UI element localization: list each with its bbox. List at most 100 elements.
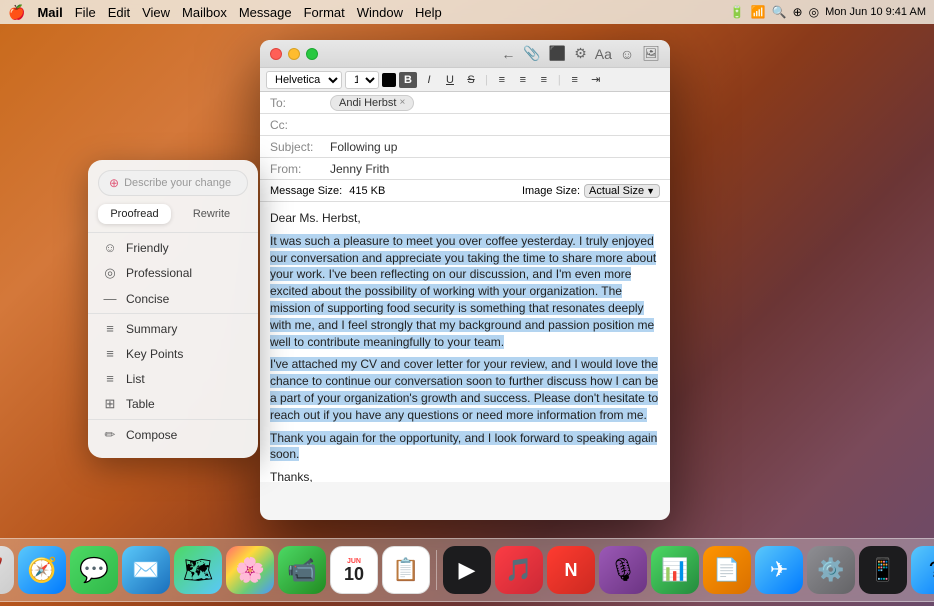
dock-item-music[interactable]: 🎵 [495, 546, 543, 594]
menu-message[interactable]: Message [239, 5, 292, 20]
bold-btn[interactable]: B [399, 72, 417, 88]
dock: 😊 🚀 🧭 💬 ✉️ 🗺 🌸 📹 JUN 10 📋 [0, 538, 934, 602]
image-size-label: Image Size: [522, 185, 580, 197]
email-para3: Thank you again for the opportunity, and… [270, 430, 660, 464]
back-btn[interactable]: ← [501, 46, 515, 62]
dock-item-unknown[interactable]: ? [911, 546, 934, 594]
image-size-select[interactable]: Actual Size ▼ [584, 184, 660, 198]
dock-item-facetime[interactable]: 📹 [278, 546, 326, 594]
maximize-button[interactable] [306, 48, 318, 60]
clock: Mon Jun 10 9:41 AM [825, 6, 926, 18]
close-button[interactable] [270, 48, 282, 60]
recipient-tag[interactable]: Andi Herbst [330, 95, 414, 111]
dock-item-messages[interactable]: 💬 [70, 546, 118, 594]
subject-row: Subject: Following up [260, 136, 670, 158]
dock-item-safari[interactable]: 🧭 [18, 546, 66, 594]
ai-item-summary[interactable]: ≡ Summary [88, 316, 258, 341]
dock-divider [436, 550, 437, 590]
divider2 [88, 313, 258, 314]
dock-item-iphone[interactable]: 📱 [859, 546, 907, 594]
dock-item-news[interactable]: N [547, 546, 595, 594]
image-size-value: Actual Size [589, 185, 644, 197]
siri-icon[interactable]: ◎ [809, 5, 819, 19]
font-select[interactable]: Helvetica [266, 71, 342, 89]
ai-item-table[interactable]: ⊞ Table [88, 391, 258, 417]
dock-item-numbers[interactable]: 📊 [651, 546, 699, 594]
ai-item-label-table: Table [126, 397, 155, 411]
dock-item-reminders[interactable]: 📋 [382, 546, 430, 594]
menu-format[interactable]: Format [304, 5, 345, 20]
ai-item-keypoints[interactable]: ≡ Key Points [88, 341, 258, 366]
dock-item-launchpad[interactable]: 🚀 [0, 546, 14, 594]
email-signoff: Thanks, [270, 469, 660, 482]
ai-item-label-compose: Compose [126, 428, 177, 442]
ai-panel: ⊕ Describe your change Proofread Rewrite… [88, 160, 258, 458]
image-btn[interactable]: 🖼 [642, 45, 660, 62]
tab-proofread[interactable]: Proofread [98, 204, 171, 224]
list-btn[interactable]: ≡ [566, 72, 584, 88]
wifi-icon: 📶 [751, 5, 766, 19]
email-body[interactable]: Dear Ms. Herbst, It was such a pleasure … [260, 202, 670, 482]
panel-btn[interactable]: ⬛ [549, 45, 566, 62]
strikethrough-btn[interactable]: S [462, 72, 480, 88]
ai-item-compose[interactable]: ✏ Compose [88, 422, 258, 448]
ai-item-concise[interactable]: — Concise [88, 286, 258, 311]
dock-item-photos[interactable]: 🌸 [226, 546, 274, 594]
indent-btn[interactable]: ⇥ [587, 72, 605, 88]
align-left-btn[interactable]: ≡ [493, 72, 511, 88]
dock-item-syspreferences[interactable]: ⚙️ [807, 546, 855, 594]
color-swatch[interactable] [382, 73, 396, 87]
professional-icon: ◎ [102, 265, 118, 281]
ai-item-professional[interactable]: ◎ Professional [88, 260, 258, 286]
subject-value: Following up [330, 140, 660, 154]
window-titlebar: ← 📎 ⬛ ⚙ Aa ☺ 🖼 [260, 40, 670, 68]
search-icon[interactable]: 🔍 [772, 5, 787, 19]
align-right-btn[interactable]: ≡ [535, 72, 553, 88]
underline-btn[interactable]: U [441, 72, 459, 88]
selected-text-para2: I've attached my CV and cover letter for… [270, 357, 658, 421]
tab-rewrite[interactable]: Rewrite [175, 204, 248, 224]
dock-item-maps[interactable]: 🗺 [174, 546, 222, 594]
app-name[interactable]: Mail [37, 5, 62, 20]
dock-item-calendar[interactable]: JUN 10 [330, 546, 378, 594]
dock-item-mail[interactable]: ✉️ [122, 546, 170, 594]
menu-help[interactable]: Help [415, 5, 442, 20]
dock-item-pages[interactable]: 📄 [703, 546, 751, 594]
ai-item-label-friendly: Friendly [126, 241, 169, 255]
divider [88, 232, 258, 233]
dock-item-testflight[interactable]: ✈ [755, 546, 803, 594]
ai-item-list[interactable]: ≡ List [88, 366, 258, 391]
selected-text-para3: Thank you again for the opportunity, and… [270, 431, 657, 462]
align-center-btn[interactable]: ≡ [514, 72, 532, 88]
menu-window[interactable]: Window [357, 5, 403, 20]
divider3 [88, 419, 258, 420]
compose-window: ← 📎 ⬛ ⚙ Aa ☺ 🖼 Helvetica 12 B I U S | ≡ [260, 40, 670, 520]
italic-btn[interactable]: I [420, 72, 438, 88]
ai-search-icon: ⊕ [109, 176, 119, 190]
font-btn[interactable]: Aa [595, 46, 612, 62]
concise-icon: — [102, 291, 118, 306]
apple-menu[interactable]: 🍎 [8, 4, 25, 21]
battery-icon: 🔋 [730, 5, 745, 19]
minimize-button[interactable] [288, 48, 300, 60]
settings-btn[interactable]: ⚙ [574, 45, 587, 62]
dock-item-appletv[interactable]: ▶ [443, 546, 491, 594]
menu-view[interactable]: View [142, 5, 170, 20]
selected-text-para1: It was such a pleasure to meet you over … [270, 234, 656, 349]
chevron-down-icon: ▼ [646, 186, 655, 196]
ai-item-label-concise: Concise [126, 292, 169, 306]
ai-search-box[interactable]: ⊕ Describe your change [98, 170, 248, 196]
to-row: To: Andi Herbst [260, 92, 670, 114]
desktop: 🍎 Mail File Edit View Mailbox Message Fo… [0, 0, 934, 606]
dock-item-podcasts[interactable]: 🎙 [599, 546, 647, 594]
menu-mailbox[interactable]: Mailbox [182, 5, 227, 20]
emoji-btn[interactable]: ☺ [620, 46, 634, 62]
ai-item-friendly[interactable]: ☺ Friendly [88, 235, 258, 260]
font-size-select[interactable]: 12 [345, 71, 379, 89]
ai-tab-row: Proofread Rewrite [98, 204, 248, 224]
control-center-icon[interactable]: ⊕ [793, 5, 803, 19]
attach-btn[interactable]: 📎 [523, 45, 540, 62]
menu-edit[interactable]: Edit [108, 5, 130, 20]
menu-file[interactable]: File [75, 5, 96, 20]
message-size-text: Message Size: 415 KB [270, 185, 385, 197]
